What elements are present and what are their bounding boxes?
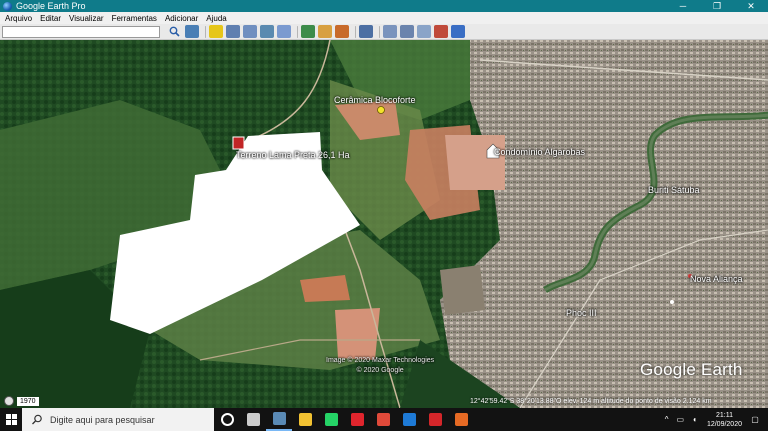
clock-icon [4,396,14,406]
toolbar-separator [297,25,298,38]
earth-gallery-icon[interactable] [451,25,465,38]
toolbar-separator [355,25,356,38]
credit-line-2: © 2020 Google [356,367,404,374]
chrome-button[interactable] [370,408,396,431]
toolbar-separator [205,25,206,38]
cortana-button[interactable] [214,408,240,431]
add-placemark-icon[interactable] [209,25,223,38]
close-button[interactable]: ✕ [734,0,768,12]
save-image-icon[interactable] [417,25,431,38]
toolbar [0,24,768,40]
cortana-icon [220,413,234,426]
add-path-icon[interactable] [243,25,257,38]
menu-ajuda[interactable]: Ajuda [203,14,229,23]
credit-line-1: Image © 2020 Maxar Technologies [326,357,435,364]
minimize-button[interactable]: ─ [666,0,700,12]
google-earth-logo: Google Earth [640,360,743,379]
view-in-maps-icon[interactable] [434,25,448,38]
sunlight-icon[interactable] [318,25,332,38]
clock-date: 12/09/2020 [706,420,742,428]
task-view-button[interactable] [240,408,266,431]
search-input[interactable] [2,25,160,38]
google-earth-app-icon [3,1,12,11]
taskbar-apps [214,408,474,431]
window-title: Google Earth Pro [16,1,86,11]
google-earth-task-button[interactable] [266,408,292,431]
taskbar-search-box[interactable]: Digite aqui para pesquisar [22,408,214,431]
start-button[interactable] [0,408,22,431]
opera-icon [350,413,364,426]
label-phoc[interactable]: Phoc III [566,308,597,318]
network-icon[interactable]: ▭ [677,415,685,424]
edge-button[interactable] [396,408,422,431]
windows-logo-icon [5,414,17,425]
taskbar-search-placeholder: Digite aqui para pesquisar [50,414,155,425]
windows-taskbar: Digite aqui para pesquisar ^ ▭ ◖ 21:11 1… [0,408,768,431]
add-overlay-icon[interactable] [260,25,274,38]
label-ceramica[interactable]: Cerâmica Blocoforte [334,95,416,105]
menu-bar: Arquivo Editar Visualizar Ferramentas Ad… [0,12,768,24]
terreno-marker-icon[interactable] [232,136,245,150]
system-tray: ^ ▭ ◖ 21:11 12/09/2020 ▢ [661,411,768,429]
notification-icon[interactable]: ▢ [748,415,762,424]
sidebar-toggle-icon[interactable] [185,25,199,38]
clock[interactable]: 21:11 12/09/2020 [707,411,742,429]
search-icon [32,414,42,425]
historical-imagery-icon[interactable] [301,25,315,38]
label-terreno[interactable]: Terreno Lama Preta 26,1 Ha [236,150,350,160]
switch-to-sky-icon[interactable] [335,25,349,38]
email-icon[interactable] [383,25,397,38]
map-view[interactable]: Cerâmica Blocoforte Terreno Lama Preta 2… [0,40,768,408]
chrome-icon [376,413,390,426]
volume-icon[interactable]: ◖ [692,415,697,424]
firefox-icon [454,413,468,426]
label-buriti-satuba[interactable]: Buriti Sátuba [648,185,700,195]
menu-adicionar[interactable]: Adicionar [162,14,201,23]
toolbar-buttons [182,25,465,38]
whatsapp-icon [324,413,338,426]
firefox-button[interactable] [448,408,474,431]
pdf-reader-button[interactable] [422,408,448,431]
imagery-credits: Image © 2020 Maxar Technologies © 2020 G… [326,356,434,376]
record-tour-icon[interactable] [277,25,291,38]
search-button[interactable] [166,25,182,39]
add-polygon-icon[interactable] [226,25,240,38]
label-nova-alianca[interactable]: Nova Aliança [690,274,743,284]
ceramica-pin-icon[interactable] [377,106,385,114]
menu-ferramentas[interactable]: Ferramentas [109,14,160,23]
ruler-icon[interactable] [359,25,373,38]
search-icon [169,26,180,37]
opera-button[interactable] [344,408,370,431]
phoc-pin-icon[interactable] [670,300,674,304]
chevron-up-icon[interactable]: ^ [665,415,669,424]
label-condominio[interactable]: Condomínio Algarobas [494,147,585,157]
menu-editar[interactable]: Editar [37,14,64,23]
clock-time: 21:11 [715,411,733,419]
edge-icon [402,413,416,426]
file-explorer-icon [298,413,312,426]
historical-year: 1970 [17,396,39,406]
historical-imagery-badge[interactable]: 1970 [4,396,39,406]
google-earth-task-icon [272,412,286,425]
task-view-icon [246,413,260,426]
title-bar: Google Earth Pro ─ ❐ ✕ [0,0,768,12]
toolbar-separator [379,25,380,38]
file-explorer-button[interactable] [292,408,318,431]
print-icon[interactable] [400,25,414,38]
menu-visualizar[interactable]: Visualizar [66,14,107,23]
menu-arquivo[interactable]: Arquivo [2,14,35,23]
maximize-button[interactable]: ❐ [700,0,734,12]
whatsapp-button[interactable] [318,408,344,431]
status-bar: 12°42'59.42"S 38°20'13.88"O elev. 124 m … [470,398,712,405]
pdf-reader-icon [428,413,442,426]
